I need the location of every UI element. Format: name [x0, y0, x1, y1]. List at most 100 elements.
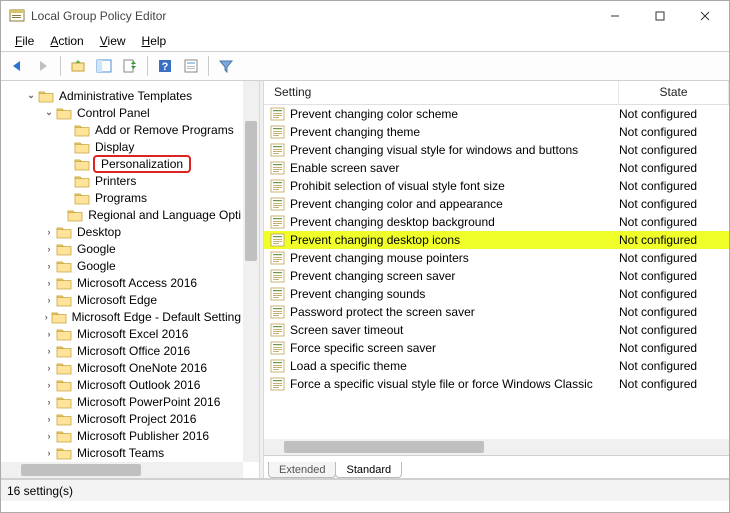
- scrollbar-thumb[interactable]: [245, 121, 257, 261]
- minimize-button[interactable]: [592, 2, 637, 30]
- scrollbar-thumb[interactable]: [284, 441, 484, 453]
- list-item[interactable]: Prevent changing color and appearanceNot…: [264, 195, 729, 213]
- content-area: ⌄Administrative Templates⌄Control Panel A…: [1, 81, 729, 479]
- setting-name: Prevent changing mouse pointers: [290, 251, 619, 265]
- tree-item-label: Add or Remove Programs: [93, 123, 236, 137]
- tree-horizontal-scrollbar[interactable]: [1, 462, 243, 478]
- menu-action[interactable]: Action: [42, 33, 91, 49]
- list-item[interactable]: Prevent changing screen saverNot configu…: [264, 267, 729, 285]
- tree-item[interactable]: › Microsoft Office 2016: [7, 342, 243, 359]
- tree-item[interactable]: Display: [7, 138, 243, 155]
- chevron-right-icon[interactable]: ›: [43, 227, 55, 237]
- tree-item[interactable]: › Microsoft Publisher 2016: [7, 427, 243, 444]
- export-list-button[interactable]: [118, 54, 142, 78]
- statusbar: 16 setting(s): [1, 479, 729, 501]
- tree-item[interactable]: Regional and Language Opti: [7, 206, 243, 223]
- chevron-right-icon[interactable]: ›: [43, 346, 55, 356]
- back-button[interactable]: [5, 54, 29, 78]
- menu-help[interactable]: Help: [134, 33, 175, 49]
- list-item[interactable]: Prevent changing desktop iconsNot config…: [264, 231, 729, 249]
- chevron-right-icon[interactable]: ›: [43, 295, 55, 305]
- tree-view[interactable]: ⌄Administrative Templates⌄Control Panel A…: [1, 81, 243, 462]
- chevron-right-icon[interactable]: ›: [43, 261, 55, 271]
- chevron-right-icon[interactable]: ›: [43, 397, 55, 407]
- list-header[interactable]: Setting State: [264, 81, 729, 105]
- setting-state: Not configured: [619, 377, 729, 391]
- chevron-down-icon[interactable]: ⌄: [43, 107, 55, 118]
- tree-vertical-scrollbar[interactable]: [243, 81, 259, 462]
- tab-extended[interactable]: Extended: [268, 462, 336, 478]
- setting-name: Prohibit selection of visual style font …: [290, 179, 619, 193]
- list-body[interactable]: Prevent changing color schemeNot configu…: [264, 105, 729, 439]
- tree-item[interactable]: ›Microsoft OneNote 2016: [7, 359, 243, 376]
- column-header-state[interactable]: State: [619, 81, 729, 104]
- tree-item[interactable]: Personalization: [7, 155, 243, 172]
- tree-item[interactable]: ›Microsoft Access 2016: [7, 274, 243, 291]
- tree-item[interactable]: › Microsoft Edge: [7, 291, 243, 308]
- setting-state: Not configured: [619, 197, 729, 211]
- tree-item[interactable]: ⌄Control Panel: [7, 104, 243, 121]
- tree-item-label: Microsoft Office 2016: [75, 344, 192, 358]
- chevron-right-icon[interactable]: ›: [43, 448, 55, 458]
- menu-view[interactable]: View: [92, 33, 134, 49]
- list-item[interactable]: Screen saver timeoutNot configured: [264, 321, 729, 339]
- chevron-right-icon[interactable]: ›: [43, 363, 55, 373]
- filter-button[interactable]: [214, 54, 238, 78]
- tree-item[interactable]: ›Google: [7, 257, 243, 274]
- tree-item[interactable]: ›Microsoft Project 2016: [7, 410, 243, 427]
- up-button[interactable]: [66, 54, 90, 78]
- tree-item[interactable]: ›Microsoft Edge - Default Setting: [7, 308, 243, 325]
- tree-item[interactable]: › Microsoft Excel 2016: [7, 325, 243, 342]
- tree-item[interactable]: Add or Remove Programs: [7, 121, 243, 138]
- list-item[interactable]: Load a specific themeNot configured: [264, 357, 729, 375]
- chevron-right-icon[interactable]: ›: [43, 312, 50, 322]
- list-item[interactable]: Force a specific visual style file or fo…: [264, 375, 729, 393]
- tree-item[interactable]: ›Microsoft Outlook 2016: [7, 376, 243, 393]
- setting-name: Enable screen saver: [290, 161, 619, 175]
- tree-item[interactable]: ›Microsoft Teams: [7, 444, 243, 461]
- forward-button[interactable]: [31, 54, 55, 78]
- list-item[interactable]: Prevent changing mouse pointersNot confi…: [264, 249, 729, 267]
- tree-item[interactable]: ›Microsoft PowerPoint 2016: [7, 393, 243, 410]
- setting-state: Not configured: [619, 359, 729, 373]
- list-item[interactable]: Prevent changing soundsNot configured: [264, 285, 729, 303]
- list-item[interactable]: Enable screen saverNot configured: [264, 159, 729, 177]
- list-item[interactable]: Password protect the screen saverNot con…: [264, 303, 729, 321]
- list-item[interactable]: Prevent changing themeNot configured: [264, 123, 729, 141]
- toolbar-separator: [60, 56, 61, 76]
- maximize-button[interactable]: [637, 2, 682, 30]
- tree-item-label: Microsoft Excel 2016: [75, 327, 190, 341]
- properties-button[interactable]: [179, 54, 203, 78]
- tree-item-label: Microsoft Publisher 2016: [75, 429, 211, 443]
- tree-item[interactable]: Programs: [7, 189, 243, 206]
- tab-standard[interactable]: Standard: [335, 462, 402, 478]
- setting-state: Not configured: [619, 341, 729, 355]
- list-item[interactable]: Prevent changing color schemeNot configu…: [264, 105, 729, 123]
- help-button[interactable]: ?: [153, 54, 177, 78]
- list-item[interactable]: Prohibit selection of visual style font …: [264, 177, 729, 195]
- chevron-right-icon[interactable]: ›: [43, 414, 55, 424]
- chevron-down-icon[interactable]: ⌄: [25, 90, 37, 101]
- column-header-setting[interactable]: Setting: [264, 81, 619, 104]
- close-button[interactable]: [682, 2, 727, 30]
- menubar: File Action View Help: [1, 31, 729, 51]
- chevron-right-icon[interactable]: ›: [43, 329, 55, 339]
- chevron-right-icon[interactable]: ›: [43, 244, 55, 254]
- tree-item[interactable]: ›Google: [7, 240, 243, 257]
- tree-item[interactable]: ⌄Administrative Templates: [7, 87, 243, 104]
- tree-item[interactable]: ›Desktop: [7, 223, 243, 240]
- list-item[interactable]: Force specific screen saverNot configure…: [264, 339, 729, 357]
- list-item[interactable]: Prevent changing desktop backgroundNot c…: [264, 213, 729, 231]
- chevron-right-icon[interactable]: ›: [43, 431, 55, 441]
- list-item[interactable]: Prevent changing visual style for window…: [264, 141, 729, 159]
- setting-icon: [270, 287, 286, 301]
- tree-item-label: Microsoft Edge: [75, 293, 159, 307]
- chevron-right-icon[interactable]: ›: [43, 380, 55, 390]
- show-hide-tree-button[interactable]: [92, 54, 116, 78]
- chevron-right-icon[interactable]: ›: [43, 278, 55, 288]
- scrollbar-thumb[interactable]: [21, 464, 141, 476]
- menu-file[interactable]: File: [7, 33, 42, 49]
- tree-item[interactable]: Printers: [7, 172, 243, 189]
- list-horizontal-scrollbar[interactable]: [264, 439, 729, 455]
- setting-name: Prevent changing desktop icons: [290, 233, 619, 247]
